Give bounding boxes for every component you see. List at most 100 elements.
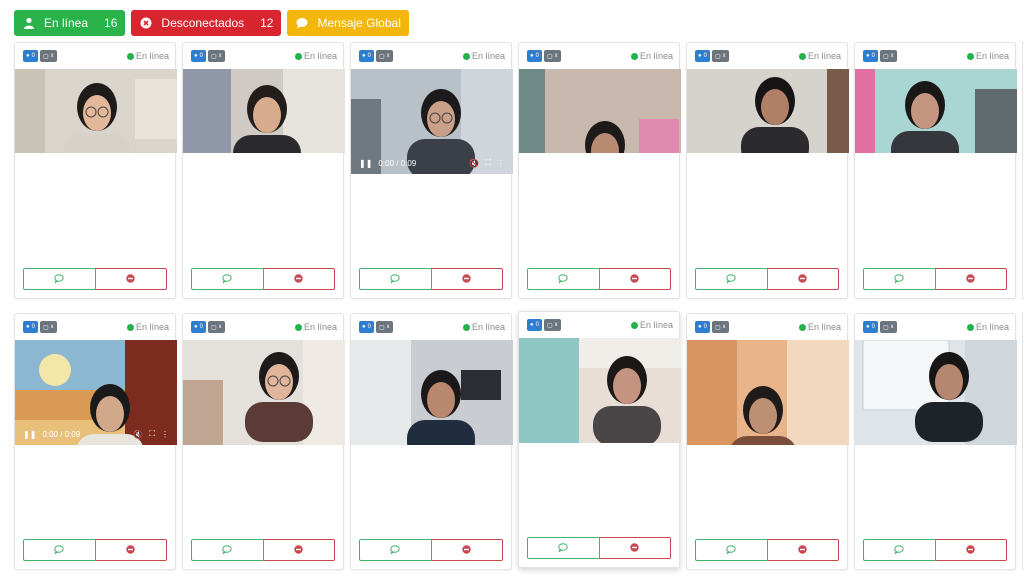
send-message-button[interactable]	[23, 539, 96, 561]
more-icon[interactable]: ⋮	[497, 159, 505, 168]
webcam-feed[interactable]: ❚❚ 0:00 / 0:09 🔇 ⛶ ⋮	[351, 69, 513, 174]
online-dot-icon	[798, 52, 806, 60]
send-message-button[interactable]	[359, 268, 432, 290]
disconnect-button[interactable]	[263, 268, 335, 290]
document-icon: ▢	[882, 324, 889, 331]
online-dot-icon	[966, 323, 974, 331]
mute-icon[interactable]: 🔇	[133, 430, 143, 439]
student-card: ● 0 ▢ x En línea	[686, 313, 849, 570]
minus-circle-icon	[462, 541, 471, 559]
student-card: ● 0 ▢ x En línea	[854, 42, 1017, 299]
webcam-feed[interactable]	[519, 69, 681, 153]
status-indicator: En línea	[294, 322, 337, 332]
document-badge[interactable]: ▢ x	[39, 321, 57, 333]
offline-filter-button[interactable]: Desconectados 12	[131, 10, 282, 36]
chat-count-badge[interactable]: ● 0	[191, 321, 206, 333]
document-badge[interactable]: ▢ x	[207, 50, 225, 62]
send-message-button[interactable]	[359, 539, 432, 561]
chat-count-badge[interactable]: ● 0	[359, 321, 374, 333]
webcam-feed[interactable]	[855, 340, 1017, 445]
disconnect-button[interactable]	[767, 539, 839, 561]
status-label: En línea	[975, 322, 1009, 332]
chat-count-badge[interactable]: ● 0	[359, 50, 374, 62]
document-icon: ▢	[378, 324, 385, 331]
webcam-feed[interactable]	[183, 69, 345, 153]
status-label: En línea	[807, 51, 841, 61]
document-badge[interactable]: ▢ x	[375, 50, 393, 62]
online-dot-icon	[294, 323, 302, 331]
webcam-feed[interactable]	[183, 340, 345, 445]
online-dot-icon	[462, 323, 470, 331]
chat-icon: ●	[362, 324, 366, 330]
online-dot-icon	[462, 52, 470, 60]
disconnect-button[interactable]	[263, 539, 335, 561]
online-dot-icon	[966, 52, 974, 60]
chat-count-badge[interactable]: ● 0	[23, 50, 38, 62]
disconnect-button[interactable]	[95, 539, 167, 561]
document-badge[interactable]: ▢ x	[207, 321, 225, 333]
send-message-button[interactable]	[527, 268, 600, 290]
send-message-button[interactable]	[527, 537, 600, 559]
webcam-feed[interactable]	[687, 69, 849, 153]
chat-count-badge[interactable]: ● 0	[191, 50, 206, 62]
disconnect-button[interactable]	[599, 268, 671, 290]
chat-count: 0	[535, 322, 539, 328]
global-message-button[interactable]: Mensaje Global	[287, 10, 409, 36]
chat-count-badge[interactable]: ● 0	[23, 321, 38, 333]
chat-count-badge[interactable]: ● 0	[863, 321, 878, 333]
webcam-feed[interactable]	[351, 340, 513, 445]
chat-bubble-icon	[54, 541, 64, 559]
document-badge[interactable]: ▢ x	[879, 321, 897, 333]
pause-icon[interactable]: ❚❚	[23, 430, 36, 439]
mute-icon[interactable]: 🔇	[469, 159, 479, 168]
document-badge[interactable]: ▢ x	[711, 50, 729, 62]
document-badge[interactable]: ▢ x	[543, 50, 561, 62]
chat-count: 0	[199, 324, 203, 330]
send-message-button[interactable]	[191, 268, 264, 290]
webcam-feed[interactable]	[15, 69, 177, 153]
webcam-feed[interactable]	[855, 69, 1017, 153]
disconnect-button[interactable]	[95, 268, 167, 290]
card-header: ● 0 ▢ x En línea	[351, 43, 511, 69]
more-icon[interactable]: ⋮	[161, 430, 169, 439]
send-message-button[interactable]	[695, 539, 768, 561]
fullscreen-icon[interactable]: ⛶	[485, 158, 491, 168]
document-badge[interactable]: ▢ x	[543, 319, 561, 331]
webcam-feed[interactable]: ❚❚ 0:00 / 0:09 🔇 ⛶ ⋮	[15, 340, 177, 445]
document-count: x	[554, 53, 558, 59]
offline-label: Desconectados	[161, 16, 245, 30]
chat-count-badge[interactable]: ● 0	[527, 319, 542, 331]
webcam-feed[interactable]	[519, 338, 681, 443]
disconnect-button[interactable]	[935, 268, 1007, 290]
document-badge[interactable]: ▢ x	[375, 321, 393, 333]
document-badge[interactable]: ▢ x	[39, 50, 57, 62]
document-badge[interactable]: ▢ x	[711, 321, 729, 333]
fullscreen-icon[interactable]: ⛶	[149, 429, 155, 439]
chat-count-badge[interactable]: ● 0	[863, 50, 878, 62]
toolbar: En línea 16 Desconectados 12 Mensaje Glo…	[14, 10, 409, 36]
send-message-button[interactable]	[191, 539, 264, 561]
document-badge[interactable]: ▢ x	[879, 50, 897, 62]
chat-bubble-icon	[558, 539, 568, 557]
send-message-button[interactable]	[695, 268, 768, 290]
online-filter-button[interactable]: En línea 16	[14, 10, 126, 36]
disconnect-button[interactable]	[599, 537, 671, 559]
online-dot-icon	[798, 323, 806, 331]
disconnect-button[interactable]	[431, 539, 503, 561]
disconnect-button[interactable]	[767, 268, 839, 290]
status-label: En línea	[471, 51, 505, 61]
chat-count: 0	[199, 53, 203, 59]
webcam-feed[interactable]	[687, 340, 849, 445]
chat-count-badge[interactable]: ● 0	[695, 321, 710, 333]
send-message-button[interactable]	[863, 539, 936, 561]
disconnect-button[interactable]	[431, 268, 503, 290]
pause-icon[interactable]: ❚❚	[359, 159, 372, 168]
send-message-button[interactable]	[863, 268, 936, 290]
chat-count-badge[interactable]: ● 0	[527, 50, 542, 62]
chat-count-badge[interactable]: ● 0	[695, 50, 710, 62]
document-icon: ▢	[210, 324, 217, 331]
status-label: En línea	[639, 320, 673, 330]
document-icon: ▢	[714, 324, 721, 331]
send-message-button[interactable]	[23, 268, 96, 290]
disconnect-button[interactable]	[935, 539, 1007, 561]
